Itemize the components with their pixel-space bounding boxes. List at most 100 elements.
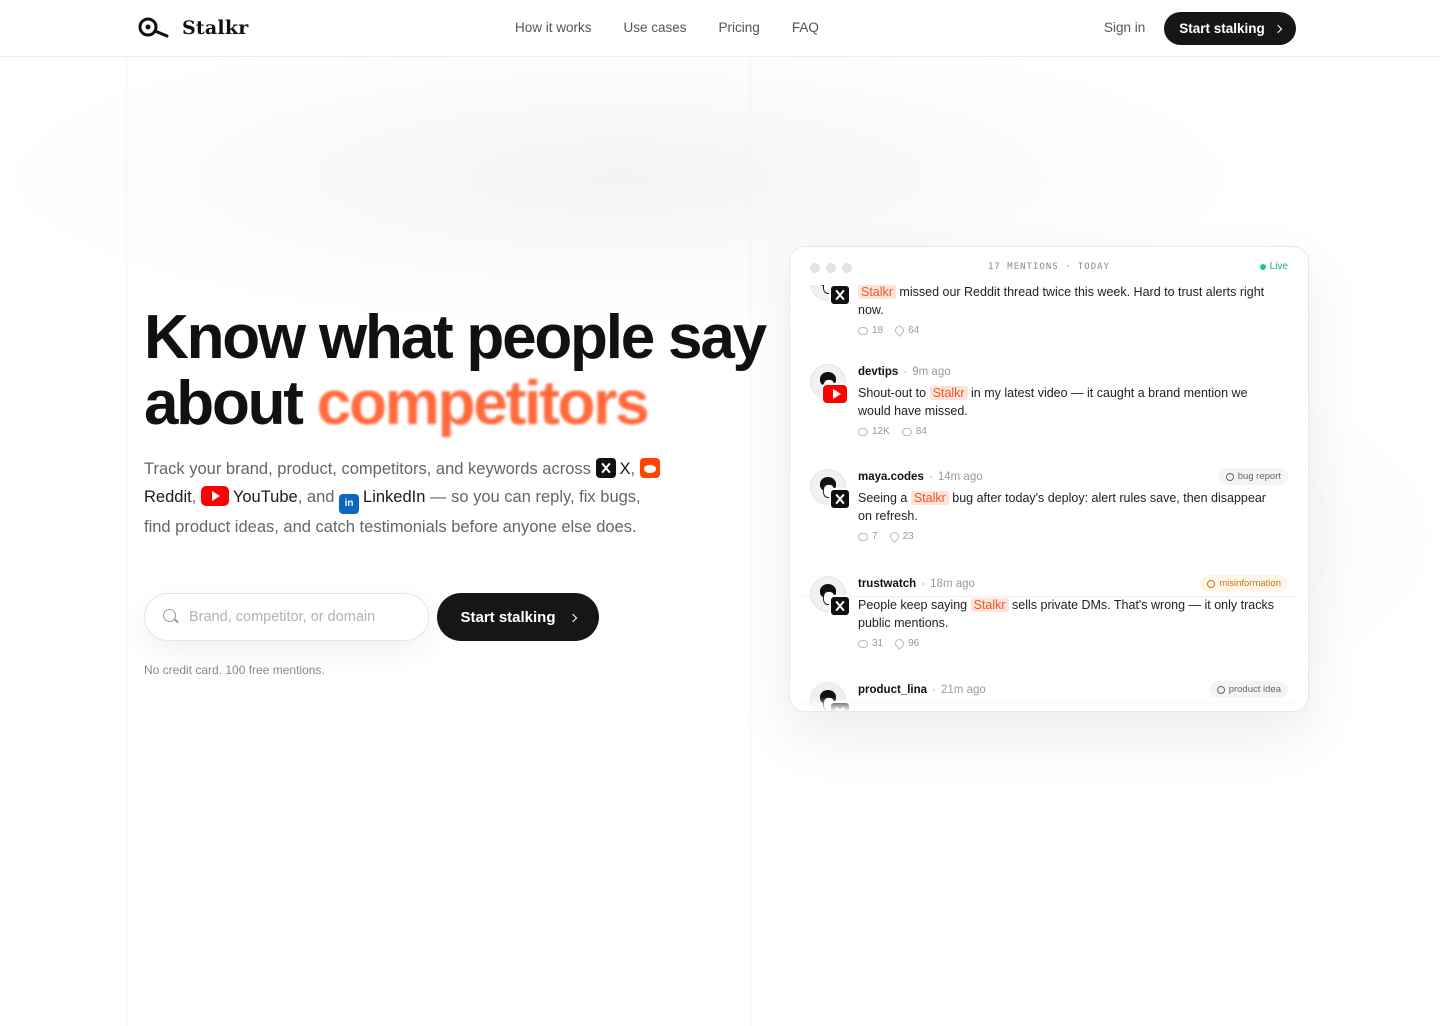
tag-label: misinformation	[1219, 578, 1281, 589]
mention-text: People keep saying Stalkr sells private …	[858, 596, 1278, 632]
separator-dot	[904, 371, 907, 373]
mention-text-pre: Shout-out to	[858, 386, 930, 400]
x-logo-icon	[595, 458, 616, 478]
hero-headline: Know what people say about competitors	[144, 305, 784, 437]
sub-and: and	[306, 487, 335, 506]
youtube-badge-icon	[821, 383, 849, 405]
mention-post[interactable]: trustwatch 18m ago misinformation People…	[790, 575, 1308, 650]
nav-link-use-cases[interactable]: Use cases	[624, 20, 687, 35]
avatar	[810, 364, 849, 405]
separator-dot	[922, 583, 925, 585]
nav-link-how-it-works[interactable]: How it works	[515, 20, 592, 35]
brand-name: Stalkr	[182, 17, 249, 39]
tag-product-idea[interactable]: product idea	[1209, 681, 1288, 698]
brand-highlight: Stalkr	[858, 285, 896, 299]
nav-links: How it works Use cases Pricing FAQ	[515, 20, 819, 35]
mention-text: Seeing a Stalkr bug after today's deploy…	[858, 489, 1278, 525]
cta-label: Start stalking	[460, 608, 556, 626]
bug-icon	[1225, 472, 1234, 481]
timestamp: 18m ago	[930, 578, 975, 590]
mention-text: Stalkr missed our Reddit thread twice th…	[858, 283, 1278, 319]
x-badge-icon	[829, 595, 851, 617]
platform-x: X	[619, 460, 631, 478]
top-nav: Stalkr How it works Use cases Pricing FA…	[0, 0, 1440, 57]
timestamp: 21m ago	[941, 684, 986, 696]
username[interactable]: maya.codes	[858, 471, 924, 483]
sign-in-link[interactable]: Sign in	[1104, 20, 1145, 35]
live-dot-icon	[1259, 263, 1266, 270]
like-count: 96	[893, 637, 920, 650]
mention-post[interactable]: devtips 9m ago Shout-out to Stalkr in my…	[790, 364, 1308, 437]
fine-print: No credit card. 100 free mentions.	[144, 663, 325, 677]
tag-bug-report[interactable]: bug report	[1218, 468, 1288, 485]
separator-dot	[933, 689, 936, 691]
tag-misinformation[interactable]: misinformation	[1200, 575, 1288, 592]
comment-count-value: 31	[872, 638, 884, 649]
username[interactable]: trustwatch	[858, 578, 916, 590]
mention-text-pre: People keep saying	[858, 598, 971, 612]
nav-cta-label: Start stalking	[1179, 21, 1265, 36]
nav-start-stalking-button[interactable]: Start stalking	[1164, 12, 1296, 45]
search-field[interactable]	[144, 593, 429, 641]
like-count: 23	[887, 530, 914, 543]
like-count-value: 64	[908, 325, 920, 336]
thumbs-up-icon	[901, 427, 912, 436]
platform-reddit: Reddit	[144, 487, 192, 506]
timestamp: 9m ago	[912, 366, 951, 378]
comment-count: 18	[858, 325, 883, 336]
like-count-value: 96	[908, 638, 920, 649]
comment-count-value: 7	[872, 531, 878, 542]
search-input[interactable]	[189, 609, 409, 625]
mention-post[interactable]: maya.codes 14m ago bug report Seeing a S…	[790, 468, 1308, 543]
chevron-right-icon	[568, 613, 577, 622]
headline-about: about	[144, 369, 304, 438]
headline-line-1: Know what people say	[144, 303, 767, 372]
feed-header: 17 MENTIONS · TODAY Live	[790, 247, 1308, 285]
mention-stats: 7 23	[858, 530, 1308, 543]
platform-linkedin: LinkedIn	[363, 487, 426, 506]
heart-icon	[893, 324, 906, 337]
chevron-right-icon	[1273, 24, 1283, 34]
start-stalking-button[interactable]: Start stalking	[437, 593, 599, 641]
comment-icon	[858, 532, 868, 541]
brand-logo[interactable]: Stalkr	[138, 16, 248, 40]
brand-highlight: Stalkr	[970, 598, 1009, 612]
mention-stats: 18 64	[858, 324, 1308, 337]
live-label: Live	[1269, 261, 1288, 272]
heart-icon	[893, 637, 906, 650]
live-indicator: Live	[1259, 261, 1288, 272]
x-badge-icon	[829, 488, 851, 510]
mention-stats: 31 96	[858, 637, 1308, 650]
nav-link-pricing[interactable]: Pricing	[719, 20, 760, 35]
username[interactable]: product_lina	[858, 684, 927, 696]
mention-post[interactable]: product_lina 21m ago product idea	[790, 681, 1308, 711]
x-badge-icon	[829, 284, 851, 306]
username[interactable]: devtips	[858, 366, 898, 378]
tag-label: bug report	[1237, 471, 1281, 482]
mentions-feed-card: 17 MENTIONS · TODAY Live Stalkr missed o…	[789, 246, 1309, 712]
feed-fade	[790, 697, 1308, 711]
comment-icon	[858, 326, 868, 335]
mention-text-body: missed our Reddit thread twice this week…	[858, 285, 1265, 317]
stalkr-logo-icon	[138, 17, 169, 38]
brand-highlight: Stalkr	[910, 491, 949, 505]
tag-label: product idea	[1228, 684, 1281, 695]
background-guide-line	[126, 57, 127, 1026]
comment-count-value: 18	[872, 325, 884, 336]
heart-icon	[887, 530, 901, 543]
reddit-logo-icon	[639, 458, 660, 478]
comment-icon	[858, 639, 868, 648]
view-count: 12K	[858, 426, 890, 437]
avatar	[810, 469, 851, 510]
nav-link-faq[interactable]: FAQ	[792, 20, 819, 35]
sub-prefix: Track your brand, product, competitors, …	[144, 460, 591, 478]
thumbs-up-count: 84	[901, 426, 927, 437]
view-count-value: 12K	[872, 426, 890, 437]
mention-stats: 12K 84	[858, 426, 1308, 437]
background-guide-line	[750, 57, 751, 1026]
mention-post[interactable]: Stalkr missed our Reddit thread twice th…	[790, 265, 1308, 337]
eye-icon	[858, 427, 868, 436]
headline-accent-word: competitors	[316, 369, 650, 438]
hero-subheading: Track your brand, product, competitors, …	[144, 456, 664, 541]
platform-youtube: YouTube	[232, 487, 298, 506]
